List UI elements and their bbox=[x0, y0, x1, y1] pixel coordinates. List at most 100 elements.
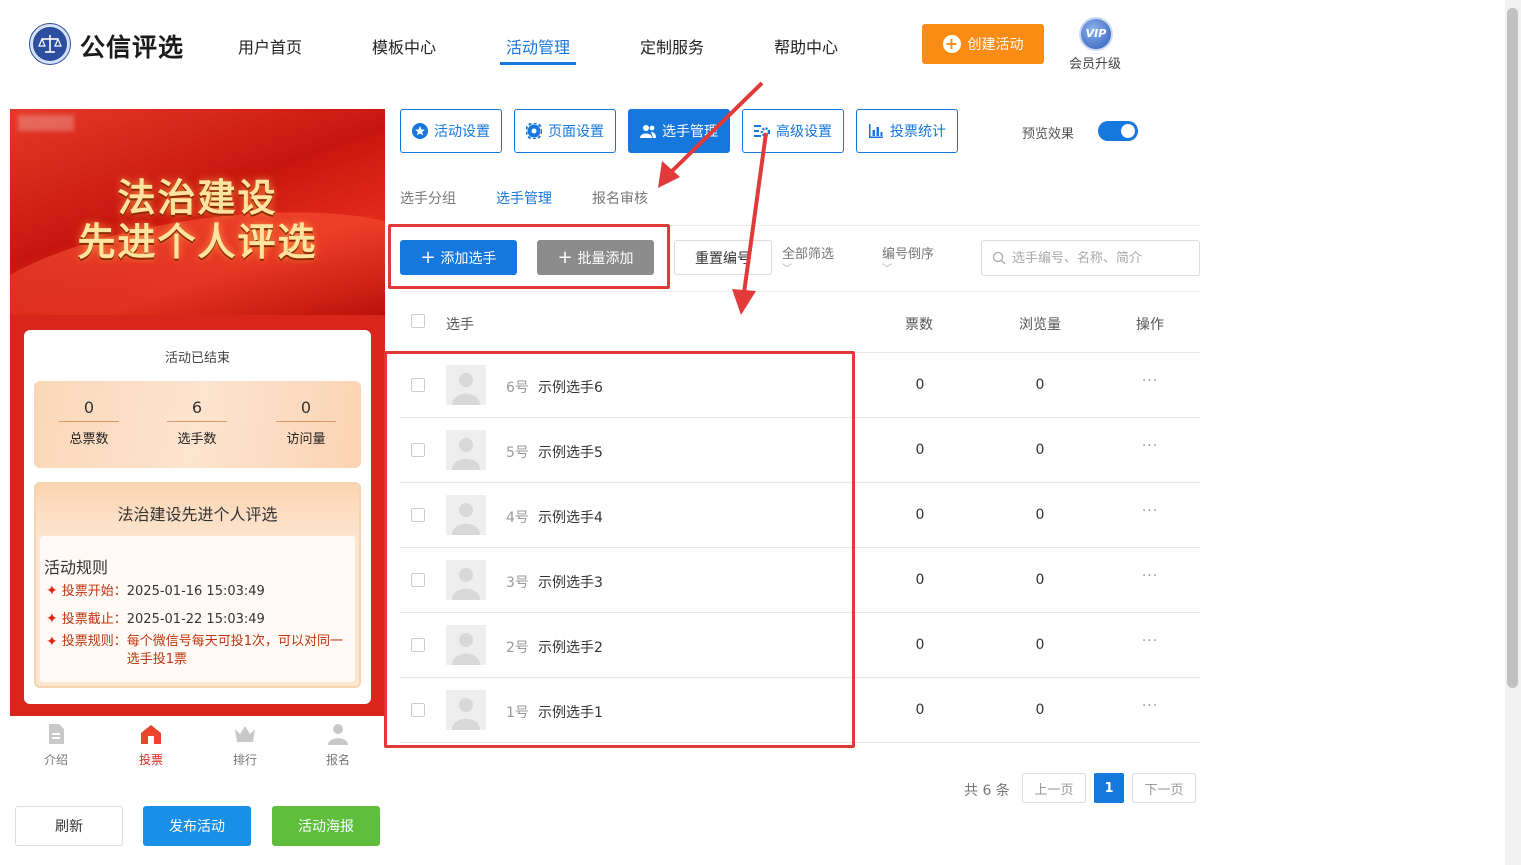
vip-upgrade-link[interactable]: 会员升级 bbox=[1069, 53, 1121, 72]
player-votes: 0 bbox=[915, 377, 925, 393]
arrow-head-icon bbox=[732, 289, 756, 315]
stat-visits: 0 访问量 bbox=[276, 398, 336, 447]
tab-label: 介绍 bbox=[43, 753, 68, 767]
tab-intro[interactable]: 介绍 bbox=[26, 722, 86, 768]
stat-value: 6 bbox=[167, 398, 227, 422]
annotation-box-player-list bbox=[384, 351, 855, 748]
preview-effect-label: 预览效果 bbox=[1022, 127, 1075, 142]
rule-end: ✦ 投票截止：2025-01-22 15:03:49 bbox=[46, 610, 265, 629]
search-icon bbox=[992, 251, 1006, 265]
home-icon bbox=[141, 725, 161, 744]
logo[interactable] bbox=[30, 24, 70, 64]
rule-label: 投票规则： bbox=[61, 634, 127, 649]
annotation-box-add-buttons bbox=[388, 224, 670, 289]
chevron-down-icon: ﹀ bbox=[882, 264, 892, 275]
scrollbar-thumb[interactable] bbox=[1507, 8, 1518, 688]
page-settings-button[interactable]: 页面设置 bbox=[514, 109, 616, 153]
blurred-tag bbox=[18, 115, 74, 131]
nav-activity-management[interactable]: 活动管理 bbox=[506, 34, 570, 58]
person-icon bbox=[328, 724, 348, 745]
rule-value: 2025-01-22 15:03:49 bbox=[126, 612, 265, 627]
mobile-preview: 法治建设 先进个人评选 活动已结束 0 总票数 6 选手数 0 访问量 法治建设… bbox=[10, 109, 385, 775]
player-votes: 0 bbox=[915, 702, 925, 718]
tab-label: 报名 bbox=[325, 753, 350, 767]
nav-home[interactable]: 用户首页 bbox=[238, 34, 302, 58]
rule-label: 投票截止： bbox=[61, 612, 127, 627]
header-player: 选手 bbox=[446, 317, 474, 333]
bar-chart-icon bbox=[869, 124, 883, 138]
rule-policy: ✦ 投票规则： 每个微信号每天可投1次，可以对同一选手投1票 bbox=[46, 633, 351, 669]
poster-button[interactable]: 活动海报 bbox=[272, 806, 380, 846]
sparkle-icon: ✦ bbox=[46, 583, 58, 599]
scales-icon bbox=[38, 35, 62, 53]
activity-settings-button[interactable]: 活动设置 bbox=[400, 109, 502, 153]
button-label: 页面设置 bbox=[548, 124, 604, 140]
tab-signup[interactable]: 报名 bbox=[308, 722, 368, 768]
sparkle-icon: ✦ bbox=[46, 634, 58, 650]
rules-box: 法治建设先进个人评选 活动规则 ✦ 投票开始：2025-01-16 15:03:4… bbox=[34, 482, 361, 688]
nav-templates[interactable]: 模板中心 bbox=[372, 34, 436, 58]
tab-label: 投票 bbox=[138, 753, 163, 767]
stat-value: 0 bbox=[276, 398, 336, 422]
nav-custom-service[interactable]: 定制服务 bbox=[640, 34, 704, 58]
stat-total-votes: 0 总票数 bbox=[59, 398, 119, 447]
tab-label: 排行 bbox=[232, 753, 257, 767]
subtab-player-management[interactable]: 选手管理 bbox=[496, 188, 552, 208]
create-activity-button[interactable]: + 创建活动 bbox=[922, 24, 1044, 64]
player-views: 0 bbox=[1035, 572, 1045, 588]
vote-statistics-button[interactable]: 投票统计 bbox=[856, 109, 958, 153]
search-input[interactable] bbox=[1012, 250, 1192, 266]
tab-ranking[interactable]: 排行 bbox=[215, 722, 275, 768]
more-actions-icon[interactable]: ··· bbox=[1136, 503, 1164, 519]
select-all-checkbox[interactable] bbox=[411, 314, 425, 328]
preview-tabbar: 介绍 投票 排行 报名 bbox=[10, 716, 385, 776]
gear-icon bbox=[526, 123, 542, 139]
next-page-button[interactable]: 下一页 bbox=[1132, 773, 1196, 803]
brand-name: 公信评选 bbox=[80, 33, 185, 62]
player-views: 0 bbox=[1035, 507, 1045, 523]
more-actions-icon[interactable]: ··· bbox=[1136, 568, 1164, 584]
player-votes: 0 bbox=[915, 637, 925, 653]
create-activity-label: 创建活动 bbox=[967, 37, 1024, 53]
crown-icon bbox=[235, 726, 255, 742]
filter-dropdown[interactable]: 全部筛选 ﹀ bbox=[782, 243, 834, 275]
vip-icon[interactable]: VIP bbox=[1079, 17, 1113, 51]
search-box[interactable] bbox=[981, 240, 1200, 276]
button-label: 活动设置 bbox=[434, 124, 490, 140]
preview-toggle[interactable] bbox=[1098, 121, 1138, 141]
total-count: 共 6 条 bbox=[964, 783, 1010, 799]
page-1-button[interactable]: 1 bbox=[1094, 773, 1124, 803]
header-views: 浏览量 bbox=[1019, 317, 1061, 333]
publish-button[interactable]: 发布活动 bbox=[143, 806, 251, 846]
sort-dropdown[interactable]: 编号倒序 ﹀ bbox=[882, 243, 934, 275]
tab-vote[interactable]: 投票 bbox=[121, 722, 181, 768]
more-actions-icon[interactable]: ··· bbox=[1136, 698, 1164, 714]
player-views: 0 bbox=[1035, 702, 1045, 718]
annotation-arrows bbox=[658, 81, 768, 315]
stat-label: 选手数 bbox=[177, 432, 217, 447]
more-actions-icon[interactable]: ··· bbox=[1136, 373, 1164, 389]
refresh-button[interactable]: 刷新 bbox=[15, 806, 123, 846]
stat-players: 6 选手数 bbox=[167, 398, 227, 447]
activity-status: 活动已结束 bbox=[164, 351, 230, 366]
player-views: 0 bbox=[1035, 377, 1045, 393]
nav-help[interactable]: 帮助中心 bbox=[774, 34, 838, 58]
header-actions: 操作 bbox=[1136, 317, 1164, 333]
rules-title: 活动规则 bbox=[44, 558, 109, 577]
activity-name: 法治建设先进个人评选 bbox=[117, 505, 278, 524]
rule-value: 每个微信号每天可投1次，可以对同一选手投1票 bbox=[126, 634, 344, 667]
subtab-player-groups[interactable]: 选手分组 bbox=[400, 188, 456, 208]
rule-label: 投票开始： bbox=[61, 584, 127, 599]
player-votes: 0 bbox=[915, 507, 925, 523]
button-label: 高级设置 bbox=[776, 124, 832, 140]
player-views: 0 bbox=[1035, 442, 1045, 458]
rules-content: 活动规则 ✦ 投票开始：2025-01-16 15:03:49 ✦ 投票截止：202… bbox=[40, 536, 355, 682]
prev-page-button[interactable]: 上一页 bbox=[1022, 773, 1086, 803]
header-votes: 票数 bbox=[905, 317, 933, 333]
stat-label: 总票数 bbox=[69, 432, 109, 447]
player-votes: 0 bbox=[915, 572, 925, 588]
stats-panel: 0 总票数 6 选手数 0 访问量 bbox=[34, 381, 361, 468]
more-actions-icon[interactable]: ··· bbox=[1136, 438, 1164, 454]
stat-value: 0 bbox=[59, 398, 119, 422]
more-actions-icon[interactable]: ··· bbox=[1136, 633, 1164, 649]
